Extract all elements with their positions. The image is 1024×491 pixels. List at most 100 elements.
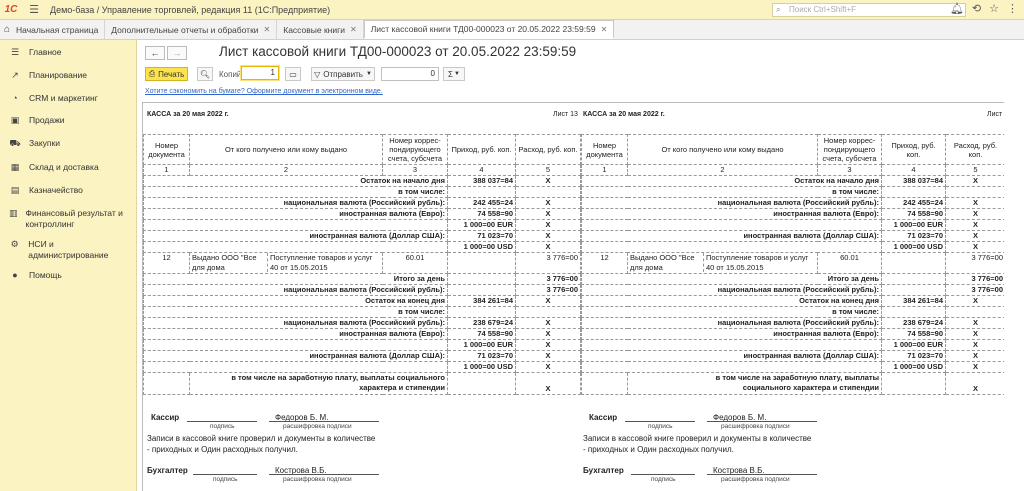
col-out: Расход, руб. коп. (945, 134, 1004, 165)
row-label: иностранная валюта (Евро): (143, 208, 448, 220)
checked-text: Записи в кассовой книге проверил и докум… (583, 434, 812, 443)
cell-x: X (515, 197, 581, 209)
cell-in: 242 455=24 (447, 197, 516, 209)
cell-in: 1 000=00 USD (881, 361, 946, 373)
tab-reports[interactable]: Дополнительные отчеты и обработки ✕ (105, 20, 278, 39)
cell-out: 3 776=00 (515, 273, 581, 285)
app-logo: 1С (4, 4, 18, 15)
send-button[interactable]: ▽ Отправить ▼ (311, 67, 375, 81)
cell-in: 242 455=24 (881, 197, 946, 209)
cell-x: X (515, 350, 581, 362)
close-icon[interactable]: ✕ (601, 25, 608, 34)
print-button[interactable]: ⎙ Печать (145, 67, 188, 81)
close-icon[interactable]: ✕ (350, 25, 357, 34)
cell-in: 1 000=00 USD (881, 241, 946, 253)
cell-x: X (515, 295, 581, 307)
cell-doc-num: 12 (143, 252, 190, 274)
tab-cashbook-sheet[interactable]: Лист кассовой книги ТД00-000023 от 20.05… (363, 20, 615, 39)
cell-x: X (515, 219, 581, 231)
row-label: иностранная валюта (Доллар США): (143, 350, 448, 362)
row-label: иностранная валюта (Евро): (581, 328, 882, 340)
row-label: Остаток на начало дня (143, 175, 448, 187)
gear-icon: ⚙ (10, 239, 19, 249)
sidebar-item-help[interactable]: ● Помощь (0, 270, 136, 280)
sidebar-item-warehouse[interactable]: ▦ Склад и доставка (0, 162, 136, 173)
title-bar: 1С ☰ Демо-база / Управление торговлей, р… (0, 0, 1024, 20)
cell-in: 384 261=84 (447, 295, 516, 307)
sidebar-item-admin[interactable]: ⚙ НСИ и администрирование (0, 239, 136, 261)
star-icon[interactable]: ☆ (989, 2, 999, 15)
bell-icon[interactable]: 🔔︎ (950, 2, 964, 15)
cell-in: 71 023=70 (447, 350, 516, 362)
sidebar-item-purchases[interactable]: ⛟ Закупки (0, 138, 136, 150)
close-icon[interactable]: ✕ (264, 25, 271, 34)
sales-icon: ▣ (10, 115, 20, 125)
cell-in: 71 023=70 (881, 350, 946, 362)
sidebar-item-label: Склад и доставка (29, 162, 99, 172)
cell-x: X (945, 219, 1004, 231)
sidebar-item-main[interactable]: ☰ Главное (0, 47, 136, 58)
cell-in: 74 558=90 (447, 208, 516, 220)
col-number: 2 (189, 164, 383, 176)
sum-input[interactable]: 0 (381, 67, 439, 81)
cell-doc-acc: 60.01 (382, 252, 448, 274)
save-button[interactable]: ▭ (285, 67, 301, 81)
col-number: 3 (817, 164, 882, 176)
cell-x: X (515, 339, 581, 351)
tab-home[interactable]: ⌂ Начальная страница (0, 20, 106, 39)
row-label: в том числе: (581, 306, 882, 318)
sidebar-item-finance[interactable]: ▥ Финансовый результат и контроллинг (0, 208, 136, 230)
cell-x: X (945, 317, 1004, 329)
col-who: От кого получено или кому выдано (627, 134, 818, 165)
sum-button[interactable]: Σ ▼ (443, 67, 465, 81)
sign-caption: подпись (213, 476, 238, 483)
tab-cashbooks[interactable]: Кассовые книги ✕ (277, 20, 364, 39)
cashbook-table: Номер документа От кого получено или ком… (143, 134, 581, 395)
decode-caption: расшифровка подписи (283, 423, 352, 430)
cell-x: X (945, 230, 1004, 242)
sidebar: ☰ Главное ↗ Планирование ◔ CRM и маркети… (0, 40, 137, 491)
preview-button[interactable]: 🔍︎ (197, 67, 213, 81)
col-in: Приход, руб. коп. (447, 134, 516, 165)
row-label: национальная валюта (Российский рубль): (143, 284, 448, 296)
cell-in: 71 023=70 (881, 230, 946, 242)
sidebar-item-crm[interactable]: ◔ CRM и маркетинг (0, 93, 136, 103)
chevron-down-icon: ▼ (365, 71, 372, 77)
cell-x: X (945, 197, 1004, 209)
row-label: иностранная валюта (Евро): (581, 208, 882, 220)
cell-x: X (945, 328, 1004, 340)
cell-in: 1 000=00 EUR (881, 339, 946, 351)
decode-caption: расшифровка подписи (283, 476, 352, 483)
cell-x: X (515, 175, 581, 187)
back-button[interactable]: ← (145, 46, 165, 60)
row-label: национальная валюта (Российский рубль): (143, 317, 448, 329)
forward-button[interactable]: → (167, 46, 187, 60)
row-label: Остаток на конец дня (581, 295, 882, 307)
search-input[interactable]: ⌕ Поиск Ctrl+Shift+F (772, 3, 966, 17)
sidebar-item-planning[interactable]: ↗ Планирование (0, 70, 136, 81)
sidebar-item-treasury[interactable]: ▤ Казначейство (0, 185, 136, 196)
sidebar-item-label: Помощь (29, 270, 62, 280)
sidebar-item-sales[interactable]: ▣ Продажи (0, 115, 136, 126)
row-label: Остаток на конец дня (143, 295, 448, 307)
row-label: иностранная валюта (Евро): (143, 328, 448, 340)
copies-input[interactable]: 1 (241, 66, 279, 80)
history-icon[interactable]: ⟲ (972, 2, 981, 15)
row-label: национальная валюта (Российский рубль): (581, 317, 882, 329)
row-label: иностранная валюта (Доллар США): (581, 230, 882, 242)
row-label: в том числе: (143, 186, 448, 198)
sheet-number: Лист 13 (987, 111, 1004, 118)
more-icon[interactable]: ⋮ (1007, 2, 1018, 15)
menu-icon: ☰ (10, 47, 20, 57)
cell-x: X (945, 350, 1004, 362)
cell-in: 1 000=00 USD (447, 361, 516, 373)
col-number: 3 (382, 164, 448, 176)
report-header: КАССА за 20 мая 2022 г. (147, 111, 229, 118)
cell-out: 3 776=00 (945, 284, 1004, 296)
col-acc: Номер коррес-пондирующего счета, субсчет… (382, 134, 448, 165)
menu-icon[interactable]: ☰ (26, 2, 42, 18)
eco-link[interactable]: Хотите сэкономить на бумаге? Оформите до… (145, 88, 383, 95)
accountant-label: Бухгалтер (583, 466, 624, 475)
cell-out: 3 776=00 (515, 252, 581, 274)
col-number: 1 (143, 164, 190, 176)
